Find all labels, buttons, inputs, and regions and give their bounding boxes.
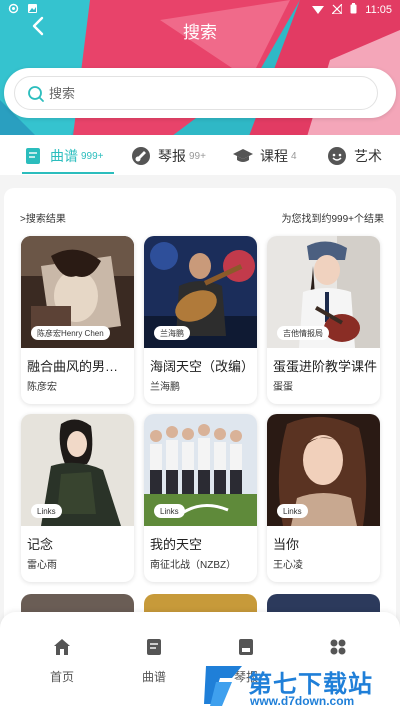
- result-card[interactable]: Links 我的天空 南征北战（NZBZ）: [144, 414, 257, 582]
- nav-home[interactable]: 首页: [32, 636, 92, 685]
- result-badge: Links: [277, 504, 308, 518]
- result-author: 兰海鹏: [150, 382, 180, 393]
- score-icon: [124, 636, 184, 658]
- result-badge: 兰海鹏: [154, 326, 190, 340]
- result-badge: 吉他情报局: [277, 326, 329, 340]
- result-author: 雷心雨: [27, 560, 57, 571]
- course-cap-icon: [232, 145, 254, 167]
- result-card[interactable]: Links 记念 雷心雨: [21, 414, 134, 582]
- tab-course-label: 课程: [260, 148, 288, 164]
- nav-score[interactable]: 曲谱: [124, 636, 184, 685]
- result-card-peek: [21, 594, 134, 614]
- result-author: 蛋蛋: [273, 382, 293, 393]
- results-header: >搜索结果 为您找到约999+个结果: [20, 210, 384, 225]
- results-panel: >搜索结果 为您找到约999+个结果 陈彦宏Henry Chen 融合曲风的男孩…: [4, 188, 396, 628]
- result-title: 当你: [273, 537, 300, 552]
- result-title: 蛋蛋进阶教学课件: [273, 359, 377, 374]
- tab-artist-label: 艺术: [354, 148, 382, 164]
- watermark-logo-icon: [202, 662, 246, 711]
- guitar-news-icon: [130, 145, 152, 167]
- watermark: 第七下载站 www.d7down.com: [200, 660, 400, 711]
- app-notification-icon: [8, 3, 19, 17]
- search-box[interactable]: [14, 76, 378, 110]
- search-card: [4, 68, 396, 118]
- active-tab-indicator: [22, 172, 114, 174]
- battery-icon: [350, 3, 357, 17]
- category-tabs: 曲谱 999+ 琴报 99+ 课程 4 艺术: [0, 135, 400, 175]
- result-title: 记念: [27, 537, 54, 552]
- result-badge: Links: [31, 504, 62, 518]
- result-card[interactable]: 兰海鹏 海阔天空（改编） 兰海鹏: [144, 236, 257, 404]
- nav-score-label: 曲谱: [141, 670, 166, 684]
- result-card[interactable]: 陈彦宏Henry Chen 融合曲风的男孩 ... 陈彦宏: [21, 236, 134, 404]
- home-icon: [32, 636, 92, 658]
- results-heading: >搜索结果: [20, 214, 66, 225]
- score-icon: [22, 145, 44, 167]
- result-badge: 陈彦宏Henry Chen: [31, 326, 110, 340]
- tab-news-count: 99+: [189, 150, 206, 162]
- no-signal-icon: [330, 2, 343, 17]
- tab-score[interactable]: 曲谱 999+: [22, 141, 104, 171]
- tab-course[interactable]: 课程 4: [232, 141, 297, 171]
- result-author: 王心凌: [273, 560, 303, 571]
- result-author: 陈彦宏: [27, 382, 57, 393]
- wifi-icon: [312, 4, 325, 17]
- tab-score-count: 999+: [81, 150, 104, 162]
- search-input[interactable]: [49, 85, 349, 101]
- result-card-peek: [267, 594, 380, 614]
- tab-artist[interactable]: 艺术: [326, 141, 382, 171]
- tab-course-count: 4: [291, 150, 297, 162]
- result-card[interactable]: 吉他情报局 蛋蛋进阶教学课件 蛋蛋: [267, 236, 380, 404]
- result-card-peek: [144, 594, 257, 614]
- news-icon: [216, 636, 276, 658]
- status-bar: 11:05: [0, 0, 400, 20]
- result-title: 融合曲风的男孩 ...: [27, 359, 131, 374]
- result-card[interactable]: Links 当你 王心凌: [267, 414, 380, 582]
- tab-score-label: 曲谱: [50, 148, 78, 164]
- result-title: 海阔天空（改编）: [150, 359, 254, 374]
- watermark-url: www.d7down.com: [250, 694, 355, 708]
- result-author: 南征北战（NZBZ）: [150, 560, 237, 571]
- artist-icon: [326, 145, 348, 167]
- apps-icon: [308, 636, 368, 658]
- result-title: 我的天空: [150, 537, 203, 552]
- result-badge: Links: [154, 504, 185, 518]
- status-time: 11:05: [365, 4, 392, 16]
- tab-news[interactable]: 琴报 99+: [130, 141, 206, 171]
- nav-home-label: 首页: [49, 670, 74, 684]
- tab-news-label: 琴报: [158, 148, 186, 164]
- page-title: 搜索: [183, 23, 217, 42]
- results-summary: 为您找到约999+个结果: [281, 214, 384, 225]
- search-icon: [27, 85, 45, 108]
